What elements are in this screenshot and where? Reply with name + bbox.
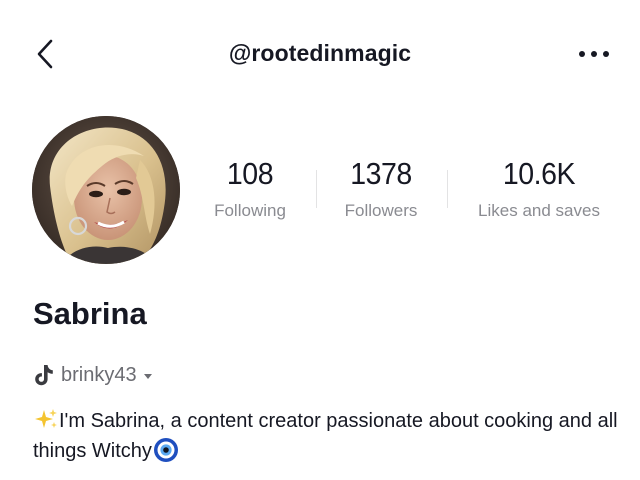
following-count: 108 — [226, 156, 274, 191]
more-options-button[interactable] — [574, 44, 614, 64]
nazar-amulet-icon — [153, 438, 178, 462]
sparkles-icon — [35, 409, 57, 428]
followers-label: Followers — [344, 201, 418, 220]
avatar[interactable] — [32, 116, 180, 264]
page-title: @rootedinmagic — [228, 40, 412, 66]
followers-stat[interactable]: 1378 Followers — [330, 156, 432, 221]
linked-account-button[interactable]: brinky43 — [33, 362, 152, 388]
avatar-photo — [32, 116, 180, 264]
profile-page: @rootedinmagic 108 Following 1378 Follow… — [0, 0, 640, 480]
display-name: Sabrina — [33, 296, 147, 331]
bio: I'm Sabrina, a content creator passionat… — [33, 406, 623, 466]
following-stat[interactable]: 108 Following — [200, 156, 300, 221]
more-horizontal-icon — [579, 51, 609, 57]
bio-text: I'm Sabrina, a content creator passionat… — [33, 410, 618, 462]
likes-stat[interactable]: 10.6K Likes and saves — [462, 156, 616, 221]
tiktok-icon — [35, 365, 53, 386]
likes-count: 10.6K — [502, 156, 576, 191]
followers-count: 1378 — [350, 156, 412, 191]
stat-divider — [447, 170, 448, 208]
likes-label: Likes and saves — [478, 201, 600, 220]
following-label: Following — [214, 201, 286, 220]
stat-divider — [316, 170, 317, 208]
linked-account-handle: brinky43 — [61, 363, 137, 386]
caret-down-icon — [143, 373, 152, 379]
